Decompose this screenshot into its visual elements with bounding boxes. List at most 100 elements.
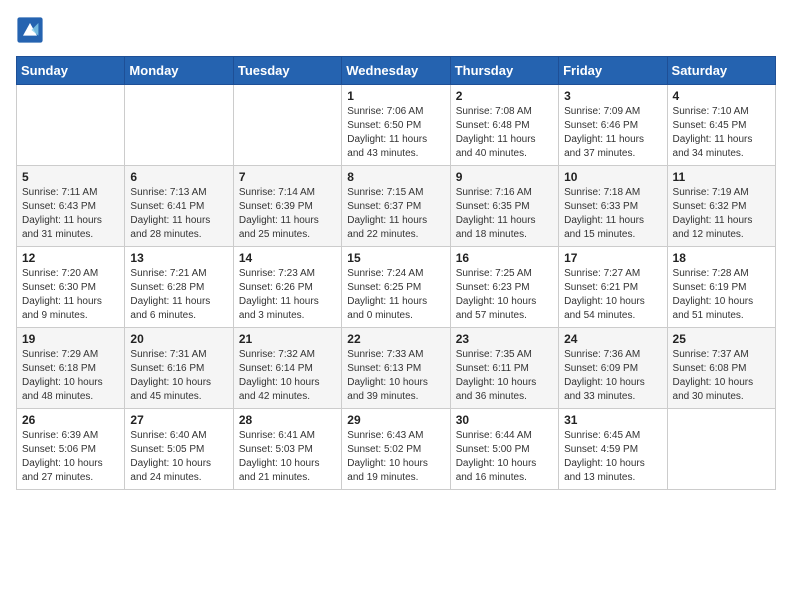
day-info: Sunrise: 7:11 AM Sunset: 6:43 PM Dayligh… — [22, 186, 119, 242]
day-number: 13 — [130, 251, 227, 265]
day-info: Sunrise: 7:14 AM Sunset: 6:39 PM Dayligh… — [239, 186, 336, 242]
calendar-cell: 13 Sunrise: 7:21 AM Sunset: 6:28 PM Dayli… — [125, 247, 233, 328]
day-info: Sunrise: 7:37 AM Sunset: 6:08 PM Dayligh… — [673, 348, 770, 404]
calendar-cell: 3 Sunrise: 7:09 AM Sunset: 6:46 PM Daylig… — [559, 85, 667, 166]
day-number: 5 — [22, 170, 119, 184]
weekday-header-sunday: Sunday — [17, 57, 125, 85]
weekday-header-row: SundayMondayTuesdayWednesdayThursdayFrid… — [17, 57, 776, 85]
day-info: Sunrise: 7:24 AM Sunset: 6:25 PM Dayligh… — [347, 267, 444, 323]
day-info: Sunrise: 7:08 AM Sunset: 6:48 PM Dayligh… — [456, 105, 553, 161]
calendar-cell: 7 Sunrise: 7:14 AM Sunset: 6:39 PM Daylig… — [233, 166, 341, 247]
calendar-cell: 2 Sunrise: 7:08 AM Sunset: 6:48 PM Daylig… — [450, 85, 558, 166]
day-info: Sunrise: 6:43 AM Sunset: 5:02 PM Dayligh… — [347, 429, 444, 485]
calendar-cell: 28 Sunrise: 6:41 AM Sunset: 5:03 PM Dayli… — [233, 409, 341, 490]
calendar-week-row: 12Sunrise: 7:20 AM Sunset: 6:30 PM Dayli… — [17, 247, 776, 328]
calendar-cell: 16 Sunrise: 7:25 AM Sunset: 6:23 PM Dayli… — [450, 247, 558, 328]
day-number: 10 — [564, 170, 661, 184]
day-number: 19 — [22, 332, 119, 346]
day-info: Sunrise: 7:29 AM Sunset: 6:18 PM Dayligh… — [22, 348, 119, 404]
day-info: Sunrise: 7:32 AM Sunset: 6:14 PM Dayligh… — [239, 348, 336, 404]
day-number: 31 — [564, 413, 661, 427]
day-number: 28 — [239, 413, 336, 427]
day-number: 15 — [347, 251, 444, 265]
weekday-header-thursday: Thursday — [450, 57, 558, 85]
calendar-week-row: 5 Sunrise: 7:11 AM Sunset: 6:43 PM Daylig… — [17, 166, 776, 247]
calendar-week-row: 1Sunrise: 7:06 AM Sunset: 6:50 PM Daylig… — [17, 85, 776, 166]
weekday-header-saturday: Saturday — [667, 57, 775, 85]
calendar-cell — [667, 409, 775, 490]
day-number: 7 — [239, 170, 336, 184]
day-info: Sunrise: 7:21 AM Sunset: 6:28 PM Dayligh… — [130, 267, 227, 323]
day-number: 6 — [130, 170, 227, 184]
day-info: Sunrise: 7:16 AM Sunset: 6:35 PM Dayligh… — [456, 186, 553, 242]
calendar-cell: 22Sunrise: 7:33 AM Sunset: 6:13 PM Dayli… — [342, 328, 450, 409]
weekday-header-wednesday: Wednesday — [342, 57, 450, 85]
page-header — [16, 16, 776, 44]
day-info: Sunrise: 7:20 AM Sunset: 6:30 PM Dayligh… — [22, 267, 119, 323]
day-number: 23 — [456, 332, 553, 346]
calendar-cell: 1Sunrise: 7:06 AM Sunset: 6:50 PM Daylig… — [342, 85, 450, 166]
day-info: Sunrise: 7:28 AM Sunset: 6:19 PM Dayligh… — [673, 267, 770, 323]
day-number: 20 — [130, 332, 227, 346]
calendar-cell: 10 Sunrise: 7:18 AM Sunset: 6:33 PM Dayli… — [559, 166, 667, 247]
day-number: 4 — [673, 89, 770, 103]
day-info: Sunrise: 7:25 AM Sunset: 6:23 PM Dayligh… — [456, 267, 553, 323]
day-number: 22 — [347, 332, 444, 346]
calendar-cell: 25 Sunrise: 7:37 AM Sunset: 6:08 PM Dayli… — [667, 328, 775, 409]
day-number: 26 — [22, 413, 119, 427]
logo-icon — [16, 16, 44, 44]
day-number: 8 — [347, 170, 444, 184]
day-info: Sunrise: 7:09 AM Sunset: 6:46 PM Dayligh… — [564, 105, 661, 161]
day-info: Sunrise: 7:19 AM Sunset: 6:32 PM Dayligh… — [673, 186, 770, 242]
day-number: 11 — [673, 170, 770, 184]
day-info: Sunrise: 6:44 AM Sunset: 5:00 PM Dayligh… — [456, 429, 553, 485]
day-info: Sunrise: 6:45 AM Sunset: 4:59 PM Dayligh… — [564, 429, 661, 485]
calendar-cell: 18 Sunrise: 7:28 AM Sunset: 6:19 PM Dayli… — [667, 247, 775, 328]
calendar-cell: 15 Sunrise: 7:24 AM Sunset: 6:25 PM Dayli… — [342, 247, 450, 328]
weekday-header-monday: Monday — [125, 57, 233, 85]
day-info: Sunrise: 7:06 AM Sunset: 6:50 PM Dayligh… — [347, 105, 444, 161]
calendar-week-row: 19 Sunrise: 7:29 AM Sunset: 6:18 PM Dayli… — [17, 328, 776, 409]
calendar-cell: 21 Sunrise: 7:32 AM Sunset: 6:14 PM Dayli… — [233, 328, 341, 409]
day-number: 14 — [239, 251, 336, 265]
calendar-cell: 20Sunrise: 7:31 AM Sunset: 6:16 PM Dayli… — [125, 328, 233, 409]
day-info: Sunrise: 6:41 AM Sunset: 5:03 PM Dayligh… — [239, 429, 336, 485]
day-number: 18 — [673, 251, 770, 265]
calendar-cell: 30Sunrise: 6:44 AM Sunset: 5:00 PM Dayli… — [450, 409, 558, 490]
calendar-week-row: 26Sunrise: 6:39 AM Sunset: 5:06 PM Dayli… — [17, 409, 776, 490]
day-info: Sunrise: 7:27 AM Sunset: 6:21 PM Dayligh… — [564, 267, 661, 323]
day-number: 16 — [456, 251, 553, 265]
day-info: Sunrise: 7:13 AM Sunset: 6:41 PM Dayligh… — [130, 186, 227, 242]
day-number: 2 — [456, 89, 553, 103]
calendar-cell: 29 Sunrise: 6:43 AM Sunset: 5:02 PM Dayli… — [342, 409, 450, 490]
day-info: Sunrise: 7:15 AM Sunset: 6:37 PM Dayligh… — [347, 186, 444, 242]
calendar-cell: 9 Sunrise: 7:16 AM Sunset: 6:35 PM Daylig… — [450, 166, 558, 247]
calendar-cell: 5 Sunrise: 7:11 AM Sunset: 6:43 PM Daylig… — [17, 166, 125, 247]
weekday-header-friday: Friday — [559, 57, 667, 85]
day-info: Sunrise: 7:18 AM Sunset: 6:33 PM Dayligh… — [564, 186, 661, 242]
calendar-cell: 6 Sunrise: 7:13 AM Sunset: 6:41 PM Daylig… — [125, 166, 233, 247]
calendar-cell: 26Sunrise: 6:39 AM Sunset: 5:06 PM Dayli… — [17, 409, 125, 490]
calendar-cell — [125, 85, 233, 166]
day-number: 24 — [564, 332, 661, 346]
calendar-cell: 8 Sunrise: 7:15 AM Sunset: 6:37 PM Daylig… — [342, 166, 450, 247]
weekday-header-tuesday: Tuesday — [233, 57, 341, 85]
calendar-table: SundayMondayTuesdayWednesdayThursdayFrid… — [16, 56, 776, 490]
calendar-cell: 11 Sunrise: 7:19 AM Sunset: 6:32 PM Dayli… — [667, 166, 775, 247]
calendar-cell: 12Sunrise: 7:20 AM Sunset: 6:30 PM Dayli… — [17, 247, 125, 328]
calendar-cell: 19 Sunrise: 7:29 AM Sunset: 6:18 PM Dayli… — [17, 328, 125, 409]
logo — [16, 16, 48, 44]
day-number: 9 — [456, 170, 553, 184]
day-number: 25 — [673, 332, 770, 346]
day-number: 21 — [239, 332, 336, 346]
calendar-cell — [233, 85, 341, 166]
calendar-cell: 23Sunrise: 7:35 AM Sunset: 6:11 PM Dayli… — [450, 328, 558, 409]
day-number: 17 — [564, 251, 661, 265]
calendar-cell: 27Sunrise: 6:40 AM Sunset: 5:05 PM Dayli… — [125, 409, 233, 490]
calendar-cell — [17, 85, 125, 166]
calendar-cell: 31 Sunrise: 6:45 AM Sunset: 4:59 PM Dayli… — [559, 409, 667, 490]
day-number: 3 — [564, 89, 661, 103]
calendar-cell: 4Sunrise: 7:10 AM Sunset: 6:45 PM Daylig… — [667, 85, 775, 166]
day-info: Sunrise: 6:40 AM Sunset: 5:05 PM Dayligh… — [130, 429, 227, 485]
day-number: 29 — [347, 413, 444, 427]
